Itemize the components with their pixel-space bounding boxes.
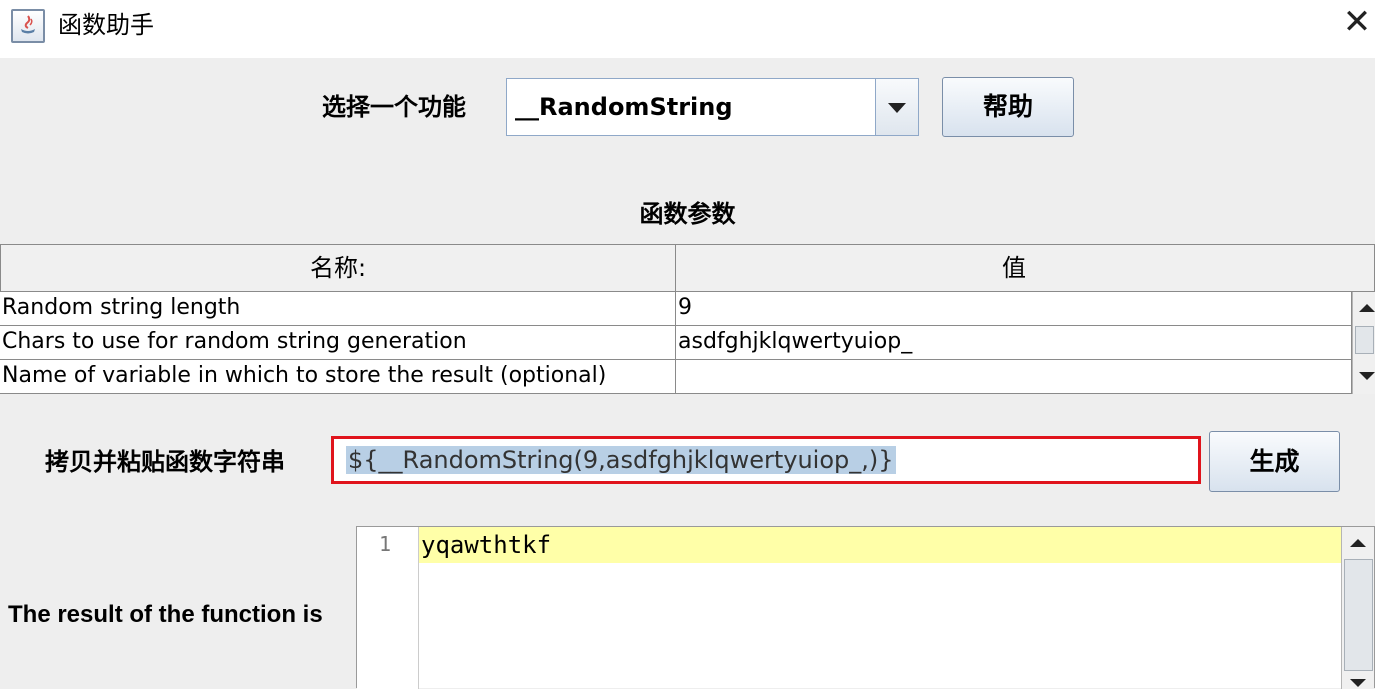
params-table: 名称: 值 Random string length 9 Chars to us… bbox=[0, 244, 1375, 394]
scroll-down-icon[interactable] bbox=[1359, 372, 1375, 380]
result-editor[interactable]: 1 yqawthtkf bbox=[356, 526, 1375, 689]
param-value-cell[interactable]: asdfghjklqwertyuiop_ bbox=[676, 326, 1352, 360]
param-name-cell: Random string length bbox=[0, 292, 676, 326]
generate-button[interactable]: 生成 bbox=[1209, 431, 1340, 492]
line-number-gutter: 1 bbox=[357, 527, 419, 689]
param-value-cell[interactable] bbox=[676, 360, 1352, 394]
table-row[interactable]: Name of variable in which to store the r… bbox=[0, 360, 1352, 394]
line-number: 1 bbox=[378, 532, 391, 556]
param-value-cell[interactable]: 9 bbox=[676, 292, 1352, 326]
chevron-down-icon[interactable] bbox=[875, 79, 918, 135]
params-scrollbar[interactable] bbox=[1352, 292, 1375, 394]
table-row[interactable]: Random string length 9 bbox=[0, 292, 1352, 326]
combobox-selected-value: __RandomString bbox=[515, 93, 733, 121]
scrollbar-thumb[interactable] bbox=[1344, 559, 1373, 671]
window-title: 函数助手 bbox=[58, 11, 154, 39]
param-name-cell: Name of variable in which to store the r… bbox=[0, 360, 676, 394]
function-string-value: ${__RandomString(9,asdfghjklqwertyuiop_,… bbox=[346, 446, 896, 474]
function-select-label: 选择一个功能 bbox=[322, 93, 466, 121]
column-header-name[interactable]: 名称: bbox=[0, 244, 676, 292]
result-text[interactable]: yqawthtkf bbox=[421, 530, 551, 560]
function-string-label: 拷贝并粘贴函数字符串 bbox=[45, 448, 285, 476]
table-row[interactable]: Chars to use for random string generatio… bbox=[0, 326, 1352, 360]
scroll-down-icon[interactable] bbox=[1350, 679, 1366, 687]
result-label: The result of the function is bbox=[8, 601, 323, 628]
title-bar: 函数助手 ✕ bbox=[0, 0, 1375, 58]
java-app-icon bbox=[11, 9, 45, 43]
scrollbar-thumb[interactable] bbox=[1355, 326, 1374, 354]
scroll-up-icon[interactable] bbox=[1350, 539, 1366, 547]
scroll-up-icon[interactable] bbox=[1359, 304, 1375, 312]
current-line-highlight bbox=[419, 527, 1341, 563]
table-header-corner bbox=[1352, 244, 1375, 292]
function-string-field[interactable]: ${__RandomString(9,asdfghjklqwertyuiop_,… bbox=[331, 436, 1201, 484]
column-header-value[interactable]: 值 bbox=[675, 244, 1353, 292]
help-button[interactable]: 帮助 bbox=[942, 77, 1074, 137]
close-icon[interactable]: ✕ bbox=[1339, 4, 1375, 40]
function-combobox[interactable]: __RandomString bbox=[506, 78, 919, 136]
params-section-title: 函数参数 bbox=[639, 200, 736, 228]
param-name-cell: Chars to use for random string generatio… bbox=[0, 326, 676, 360]
result-scrollbar[interactable] bbox=[1341, 527, 1374, 689]
